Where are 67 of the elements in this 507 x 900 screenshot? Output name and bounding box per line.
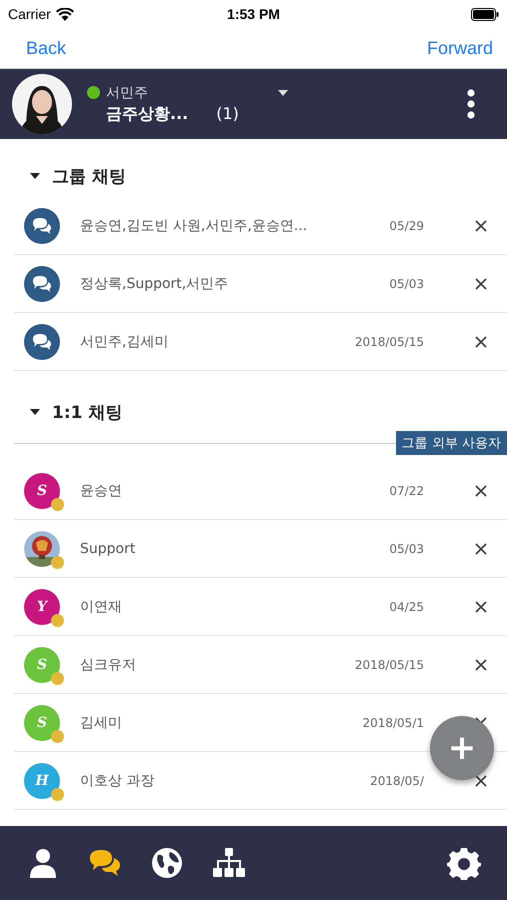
chat-row[interactable]: 정상록,Support,서민주 05/03	[14, 255, 507, 313]
close-icon[interactable]	[475, 220, 487, 232]
status-dot	[51, 556, 64, 568]
chat-title: 윤승연,김도빈 사원,서민주,윤승연...	[80, 216, 308, 234]
contact-name: 윤승연	[80, 482, 123, 500]
close-icon[interactable]	[475, 484, 487, 496]
close-icon[interactable]	[475, 542, 487, 554]
contact-name: 김세미	[80, 714, 123, 732]
status-dot	[51, 788, 64, 800]
avatar-initial: S	[24, 472, 60, 508]
status-dot	[51, 498, 64, 510]
chat-date: 04/25	[389, 600, 424, 614]
add-button[interactable]: +	[430, 716, 494, 780]
chat-title: 서민주,김세미	[80, 332, 170, 350]
settings-icon[interactable]	[447, 846, 481, 880]
close-icon[interactable]	[475, 600, 487, 612]
room-title: 금주상황...	[106, 104, 188, 124]
chat-date: 05/29	[389, 218, 424, 232]
contact-name: 이연재	[80, 598, 123, 616]
section-title: 그룹 채팅	[52, 166, 126, 188]
chat-row[interactable]: 윤승연,김도빈 사원,서민주,윤승연... 05/29	[14, 197, 507, 255]
avatar-initial: S	[24, 704, 60, 740]
battery-icon	[471, 8, 499, 20]
back-link[interactable]: Back	[26, 38, 66, 58]
chat-date: 05/03	[389, 542, 424, 556]
chat-date: 2018/05/15	[354, 334, 424, 348]
chat-row[interactable]: 서민주,김세미 2018/05/15	[14, 313, 507, 371]
chat-date: 2018/05/	[370, 774, 424, 788]
user-name: 서민주	[106, 84, 148, 102]
close-icon[interactable]	[475, 336, 487, 348]
chat-date: 05/03	[389, 276, 424, 290]
contact-name: Support	[80, 540, 136, 556]
caret-icon[interactable]	[30, 173, 40, 179]
chat-row[interactable]: Y 이연재 04/25	[14, 578, 507, 636]
status-dot	[51, 730, 64, 742]
clock-time: 1:53 PM	[227, 6, 280, 22]
avatar-initial: H	[24, 762, 60, 798]
external-user-tag: 그룹 외부 사용자	[396, 431, 507, 455]
caret-icon[interactable]	[30, 409, 40, 415]
status-dot	[51, 672, 64, 684]
forward-link[interactable]: Forward	[426, 38, 493, 58]
close-icon[interactable]	[475, 278, 487, 290]
chat-date: 2018/05/15	[354, 658, 424, 672]
section-title: 1:1 채팅	[52, 402, 122, 424]
chat-date: 2018/05/1	[362, 716, 424, 730]
avatar-initial: S	[24, 646, 60, 682]
chat-bubbles-icon	[24, 324, 60, 360]
unread-count: (1)	[216, 104, 239, 124]
hierarchy-icon[interactable]	[212, 846, 246, 880]
dropdown-caret-icon[interactable]	[278, 90, 288, 96]
chat-bubbles-icon	[24, 208, 60, 244]
close-icon[interactable]	[475, 774, 487, 786]
wifi-icon	[56, 8, 74, 20]
status-dot	[51, 614, 64, 626]
carrier-label: Carrier	[8, 6, 51, 22]
chat-title: 정상록,Support,서민주	[80, 274, 230, 292]
more-menu-icon[interactable]	[467, 89, 475, 119]
globe-icon[interactable]	[150, 846, 184, 880]
chat-row[interactable]: S 심크유저 2018/05/15	[14, 636, 507, 694]
chat-row[interactable]: S 윤승연 07/22	[14, 462, 507, 520]
contact-name: 심크유저	[80, 656, 137, 674]
chat-date: 07/22	[389, 484, 424, 498]
close-icon[interactable]	[475, 658, 487, 670]
chat-row[interactable]: Support 05/03	[14, 520, 507, 578]
contact-name: 이호상 과장	[80, 772, 156, 790]
avatar-initial: Y	[24, 588, 60, 624]
chat-bubbles-icon	[24, 266, 60, 302]
